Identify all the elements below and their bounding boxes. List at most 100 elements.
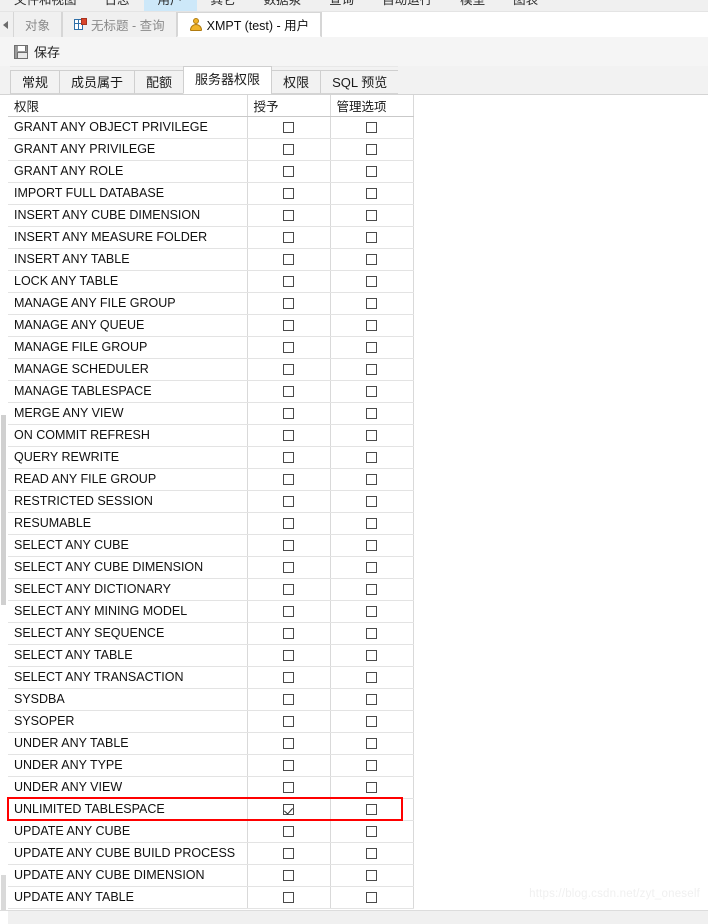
cell-admin-option-checkbox[interactable] xyxy=(330,446,414,469)
grant-checkbox[interactable] xyxy=(283,166,294,178)
cell-grant-checkbox[interactable] xyxy=(247,446,331,469)
cell-grant-checkbox[interactable] xyxy=(247,512,331,535)
cell-grant-checkbox[interactable] xyxy=(247,402,331,425)
document-tab-1[interactable]: 无标题 - 查询 xyxy=(62,12,177,37)
grant-checkbox[interactable] xyxy=(283,628,294,640)
menu-item-2[interactable]: 用户 xyxy=(143,0,197,11)
tabstrip-scroll-left-icon[interactable] xyxy=(0,12,13,37)
cell-admin-option-checkbox[interactable] xyxy=(330,292,414,315)
grant-checkbox[interactable] xyxy=(283,452,294,464)
admin-option-checkbox[interactable] xyxy=(366,386,377,398)
cell-grant-checkbox[interactable] xyxy=(247,600,331,623)
cell-admin-option-checkbox[interactable] xyxy=(330,776,414,799)
admin-option-checkbox[interactable] xyxy=(366,628,377,640)
table-row[interactable]: UPDATE ANY TABLE xyxy=(8,886,414,909)
table-row[interactable]: MERGE ANY VIEW xyxy=(8,402,414,425)
splitter-handle[interactable] xyxy=(1,415,6,605)
save-button[interactable]: 保存 xyxy=(0,40,68,64)
cell-grant-checkbox[interactable] xyxy=(247,358,331,381)
admin-option-checkbox[interactable] xyxy=(366,364,377,376)
grant-checkbox[interactable] xyxy=(283,276,294,288)
admin-option-checkbox[interactable] xyxy=(366,188,377,200)
grant-checkbox[interactable] xyxy=(283,188,294,200)
menu-item-4[interactable]: 数据泵 xyxy=(250,0,316,11)
property-tab-3[interactable]: 服务器权限 xyxy=(183,66,273,94)
table-row[interactable]: INSERT ANY MEASURE FOLDER xyxy=(8,226,414,249)
cell-grant-checkbox[interactable] xyxy=(247,336,331,359)
cell-admin-option-checkbox[interactable] xyxy=(330,248,414,271)
grant-checkbox[interactable] xyxy=(283,430,294,442)
table-row[interactable]: LOCK ANY TABLE xyxy=(8,270,414,293)
cell-admin-option-checkbox[interactable] xyxy=(330,710,414,733)
table-row[interactable]: MANAGE ANY QUEUE xyxy=(8,314,414,337)
cell-grant-checkbox[interactable] xyxy=(247,468,331,491)
grant-checkbox[interactable] xyxy=(283,760,294,772)
cell-grant-checkbox[interactable] xyxy=(247,534,331,557)
admin-option-checkbox[interactable] xyxy=(366,342,377,354)
grant-checkbox[interactable] xyxy=(283,694,294,706)
cell-admin-option-checkbox[interactable] xyxy=(330,160,414,183)
menu-item-7[interactable]: 模型 xyxy=(446,0,499,11)
cell-admin-option-checkbox[interactable] xyxy=(330,116,414,139)
table-row[interactable]: UPDATE ANY CUBE BUILD PROCESS xyxy=(8,842,414,865)
cell-grant-checkbox[interactable] xyxy=(247,204,331,227)
property-tab-4[interactable]: 权限 xyxy=(271,70,322,94)
cell-admin-option-checkbox[interactable] xyxy=(330,380,414,403)
cell-grant-checkbox[interactable] xyxy=(247,424,331,447)
column-header-admin-option[interactable]: 管理选项 xyxy=(330,95,414,117)
grant-checkbox[interactable] xyxy=(283,496,294,508)
property-tab-2[interactable]: 配额 xyxy=(134,70,185,94)
menu-item-5[interactable]: 查询 xyxy=(315,0,368,11)
table-row[interactable]: UNDER ANY TABLE xyxy=(8,732,414,755)
grant-checkbox[interactable] xyxy=(283,870,294,882)
grant-checkbox[interactable] xyxy=(283,518,294,530)
admin-option-checkbox[interactable] xyxy=(366,298,377,310)
admin-option-checkbox[interactable] xyxy=(366,122,377,134)
table-row[interactable]: SYSDBA xyxy=(8,688,414,711)
admin-option-checkbox[interactable] xyxy=(366,518,377,530)
table-row[interactable]: UNLIMITED TABLESPACE xyxy=(8,798,414,821)
admin-option-checkbox[interactable] xyxy=(366,562,377,574)
cell-grant-checkbox[interactable] xyxy=(247,644,331,667)
admin-option-checkbox[interactable] xyxy=(366,848,377,860)
table-row[interactable]: RESUMABLE xyxy=(8,512,414,535)
cell-grant-checkbox[interactable] xyxy=(247,864,331,887)
cell-grant-checkbox[interactable] xyxy=(247,182,331,205)
table-row[interactable]: SELECT ANY TABLE xyxy=(8,644,414,667)
table-row[interactable]: SELECT ANY DICTIONARY xyxy=(8,578,414,601)
menu-item-6[interactable]: 自动运行 xyxy=(368,0,446,11)
cell-admin-option-checkbox[interactable] xyxy=(330,842,414,865)
cell-grant-checkbox[interactable] xyxy=(247,732,331,755)
admin-option-checkbox[interactable] xyxy=(366,782,377,794)
cell-admin-option-checkbox[interactable] xyxy=(330,556,414,579)
admin-option-checkbox[interactable] xyxy=(366,804,377,816)
cell-admin-option-checkbox[interactable] xyxy=(330,314,414,337)
cell-admin-option-checkbox[interactable] xyxy=(330,402,414,425)
cell-admin-option-checkbox[interactable] xyxy=(330,688,414,711)
table-row[interactable]: SELECT ANY SEQUENCE xyxy=(8,622,414,645)
cell-grant-checkbox[interactable] xyxy=(247,490,331,513)
table-row[interactable]: MANAGE SCHEDULER xyxy=(8,358,414,381)
admin-option-checkbox[interactable] xyxy=(366,694,377,706)
grant-checkbox[interactable] xyxy=(283,364,294,376)
admin-option-checkbox[interactable] xyxy=(366,430,377,442)
grant-checkbox[interactable] xyxy=(283,210,294,222)
cell-grant-checkbox[interactable] xyxy=(247,886,331,909)
cell-admin-option-checkbox[interactable] xyxy=(330,490,414,513)
table-row[interactable]: MANAGE TABLESPACE xyxy=(8,380,414,403)
cell-admin-option-checkbox[interactable] xyxy=(330,336,414,359)
admin-option-checkbox[interactable] xyxy=(366,474,377,486)
cell-grant-checkbox[interactable] xyxy=(247,842,331,865)
cell-admin-option-checkbox[interactable] xyxy=(330,754,414,777)
grant-checkbox[interactable] xyxy=(283,144,294,156)
cell-grant-checkbox[interactable] xyxy=(247,776,331,799)
cell-admin-option-checkbox[interactable] xyxy=(330,138,414,161)
property-tab-1[interactable]: 成员属于 xyxy=(59,70,136,94)
grant-checkbox[interactable] xyxy=(283,540,294,552)
grant-checkbox[interactable] xyxy=(283,298,294,310)
cell-admin-option-checkbox[interactable] xyxy=(330,666,414,689)
admin-option-checkbox[interactable] xyxy=(366,892,377,904)
cell-admin-option-checkbox[interactable] xyxy=(330,226,414,249)
table-row[interactable]: SYSOPER xyxy=(8,710,414,733)
admin-option-checkbox[interactable] xyxy=(366,606,377,618)
